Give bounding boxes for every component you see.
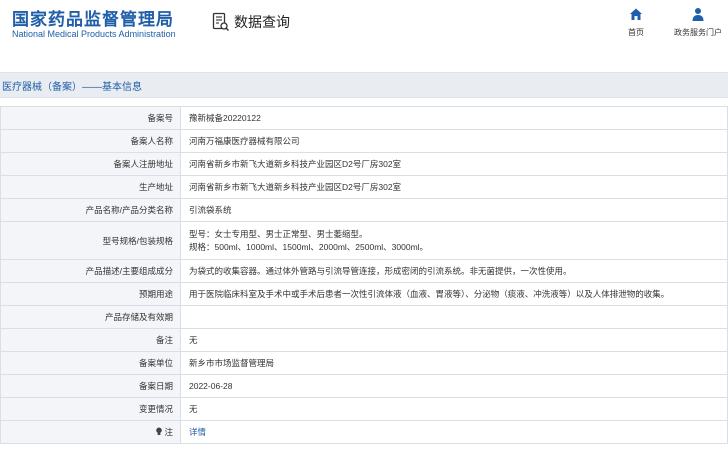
table-row: 产品描述/主要组成成分 为袋式的收集容器。通过体外管路与引流导管连接，形成密闭的…	[0, 259, 728, 283]
table-row: 预期用途 用于医院临床科室及手术中或手术后患者一次性引流体液（血液、胃液等）、分…	[0, 282, 728, 306]
row-value: 河南省新乡市新飞大道新乡科技产业园区D2号厂房302室	[180, 152, 728, 176]
row-value: 详情	[180, 420, 728, 444]
row-label: 生产地址	[0, 175, 181, 199]
site-header: 国家药品监督管理局 National Medical Products Admi…	[0, 0, 728, 48]
row-value: 豫新械备20220122	[180, 106, 728, 130]
table-row: 备注 无	[0, 328, 728, 352]
table-row: 备案日期 2022-06-28	[0, 374, 728, 398]
row-value	[180, 305, 728, 329]
table-row: 备案号 豫新械备20220122	[0, 106, 728, 130]
row-label: 变更情况	[0, 397, 181, 421]
section-header: 医疗器械（备案）——基本信息	[0, 72, 728, 98]
row-value: 新乡市市场监督管理局	[180, 351, 728, 375]
row-label: 备案号	[0, 106, 181, 130]
row-value: 用于医院临床科室及手术中或手术后患者一次性引流体液（血液、胃液等）、分泌物（痰液…	[180, 282, 728, 306]
nav-home-label: 首页	[628, 28, 644, 37]
nav-service-label: 政务服务门户	[674, 28, 722, 37]
nav-home-button[interactable]: 首页	[606, 4, 666, 40]
table-row: 生产地址 河南省新乡市新飞大道新乡科技产业园区D2号厂房302室	[0, 175, 728, 199]
row-label: 备案人名称	[0, 129, 181, 153]
row-label: 注	[0, 420, 181, 444]
row-value: 河南万福康医疗器械有限公司	[180, 129, 728, 153]
row-label: 型号规格/包装规格	[0, 221, 181, 260]
table-row: 变更情况 无	[0, 397, 728, 421]
row-value: 无	[180, 397, 728, 421]
row-label: 产品描述/主要组成成分	[0, 259, 181, 283]
row-label: 备案单位	[0, 351, 181, 375]
lightbulb-icon	[155, 427, 163, 438]
table-row: 产品存储及有效期	[0, 305, 728, 329]
home-icon	[628, 6, 644, 22]
row-value: 型号：女士专用型、男士正常型、男士萎缩型。 规格：500ml、1000ml、15…	[180, 221, 728, 260]
document-search-icon	[212, 12, 230, 32]
row-label: 备案人注册地址	[0, 152, 181, 176]
row-value: 2022-06-28	[180, 374, 728, 398]
table-row: 备案单位 新乡市市场监督管理局	[0, 351, 728, 375]
row-label: 备案日期	[0, 374, 181, 398]
table-row: 备案人注册地址 河南省新乡市新飞大道新乡科技产业园区D2号厂房302室	[0, 152, 728, 176]
nav-service-portal-button[interactable]: 政务服务门户	[668, 4, 728, 40]
row-label: 产品名称/产品分类名称	[0, 198, 181, 222]
app-title-text: 数据查询	[234, 15, 290, 31]
table-row: 产品名称/产品分类名称 引流袋系统	[0, 198, 728, 222]
details-link[interactable]: 详情	[189, 426, 727, 439]
table-row: 注 详情	[0, 420, 728, 444]
table-row: 备案人名称 河南万福康医疗器械有限公司	[0, 129, 728, 153]
person-icon	[690, 6, 706, 22]
row-value: 为袋式的收集容器。通过体外管路与引流导管连接，形成密闭的引流系统。非无菌提供，一…	[180, 259, 728, 283]
basic-info-table: 备案号 豫新械备20220122 备案人名称 河南万福康医疗器械有限公司 备案人…	[0, 106, 728, 444]
row-value: 无	[180, 328, 728, 352]
row-label: 备注	[0, 328, 181, 352]
table-row: 型号规格/包装规格 型号：女士专用型、男士正常型、男士萎缩型。 规格：500ml…	[0, 221, 728, 260]
row-value: 河南省新乡市新飞大道新乡科技产业园区D2号厂房302室	[180, 175, 728, 199]
row-label: 产品存储及有效期	[0, 305, 181, 329]
logo-english[interactable]: National Medical Products Administration	[12, 29, 176, 39]
note-label: 注	[164, 427, 173, 437]
section-title: 医疗器械（备案）——基本信息	[2, 81, 142, 93]
row-label: 预期用途	[0, 282, 181, 306]
row-value: 引流袋系统	[180, 198, 728, 222]
logo-chinese[interactable]: 国家药品监督管理局	[12, 5, 174, 30]
app-title: 数据查询	[212, 10, 290, 34]
